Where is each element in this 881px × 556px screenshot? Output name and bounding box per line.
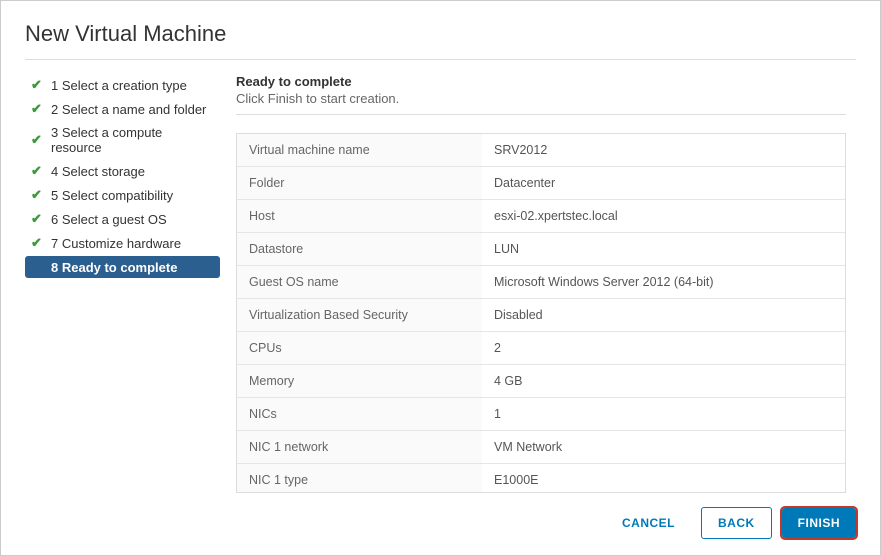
- row-value: Disabled: [482, 299, 845, 332]
- row-label: Virtual machine name: [237, 134, 482, 167]
- row-value: 2: [482, 332, 845, 365]
- finish-button[interactable]: FINISH: [782, 508, 856, 538]
- dialog-body: ✔ 1 Select a creation type ✔ 2 Select a …: [25, 74, 856, 493]
- content-heading: Ready to complete: [236, 74, 846, 89]
- step-label: 2 Select a name and folder: [51, 102, 206, 117]
- row-value: Datacenter: [482, 167, 845, 200]
- row-label: NIC 1 type: [237, 464, 482, 494]
- table-row: NICs1: [237, 398, 845, 431]
- check-icon: ✔: [31, 77, 45, 93]
- table-row: Memory4 GB: [237, 365, 845, 398]
- step-ready-complete[interactable]: ✔ 8 Ready to complete: [25, 256, 220, 278]
- step-name-folder[interactable]: ✔ 2 Select a name and folder: [25, 98, 220, 120]
- content-pane: Ready to complete Click Finish to start …: [236, 74, 856, 493]
- step-label: 1 Select a creation type: [51, 78, 187, 93]
- wizard-steps: ✔ 1 Select a creation type ✔ 2 Select a …: [25, 74, 220, 493]
- summary-table-wrap[interactable]: Virtual machine nameSRV2012 FolderDatace…: [236, 133, 846, 493]
- row-label: NICs: [237, 398, 482, 431]
- row-value: E1000E: [482, 464, 845, 494]
- content-subheading: Click Finish to start creation.: [236, 91, 846, 106]
- row-value: Microsoft Windows Server 2012 (64-bit): [482, 266, 845, 299]
- table-row: CPUs2: [237, 332, 845, 365]
- new-vm-dialog: New Virtual Machine ✔ 1 Select a creatio…: [1, 1, 880, 555]
- step-label: 4 Select storage: [51, 164, 145, 179]
- step-label: 8 Ready to complete: [51, 260, 177, 275]
- row-value: VM Network: [482, 431, 845, 464]
- row-value: SRV2012: [482, 134, 845, 167]
- table-row: FolderDatacenter: [237, 167, 845, 200]
- cancel-button[interactable]: CANCEL: [606, 508, 691, 538]
- dialog-footer: CANCEL BACK FINISH: [25, 493, 856, 539]
- row-label: Virtualization Based Security: [237, 299, 482, 332]
- step-compatibility[interactable]: ✔ 5 Select compatibility: [25, 184, 220, 206]
- dialog-title: New Virtual Machine: [25, 21, 856, 60]
- step-label: 6 Select a guest OS: [51, 212, 167, 227]
- step-label: 3 Select a compute resource: [51, 125, 214, 155]
- row-label: Memory: [237, 365, 482, 398]
- table-row: Guest OS nameMicrosoft Windows Server 20…: [237, 266, 845, 299]
- step-label: 5 Select compatibility: [51, 188, 173, 203]
- back-button[interactable]: BACK: [701, 507, 772, 539]
- step-compute-resource[interactable]: ✔ 3 Select a compute resource: [25, 122, 220, 158]
- check-icon: ✔: [31, 211, 45, 227]
- row-label: CPUs: [237, 332, 482, 365]
- check-icon: ✔: [31, 235, 45, 251]
- row-label: Datastore: [237, 233, 482, 266]
- step-label: 7 Customize hardware: [51, 236, 181, 251]
- row-value: esxi-02.xpertstec.local: [482, 200, 845, 233]
- table-row: NIC 1 networkVM Network: [237, 431, 845, 464]
- table-row: Virtual machine nameSRV2012: [237, 134, 845, 167]
- step-creation-type[interactable]: ✔ 1 Select a creation type: [25, 74, 220, 96]
- check-icon: ✔: [31, 163, 45, 179]
- row-value: LUN: [482, 233, 845, 266]
- row-label: Host: [237, 200, 482, 233]
- summary-table: Virtual machine nameSRV2012 FolderDatace…: [237, 134, 845, 493]
- divider: [236, 114, 846, 115]
- check-icon: ✔: [31, 101, 45, 117]
- step-customize-hardware[interactable]: ✔ 7 Customize hardware: [25, 232, 220, 254]
- step-guest-os[interactable]: ✔ 6 Select a guest OS: [25, 208, 220, 230]
- table-row: Virtualization Based SecurityDisabled: [237, 299, 845, 332]
- check-icon: ✔: [31, 132, 45, 148]
- check-icon: ✔: [31, 187, 45, 203]
- row-label: NIC 1 network: [237, 431, 482, 464]
- table-row: DatastoreLUN: [237, 233, 845, 266]
- row-label: Folder: [237, 167, 482, 200]
- row-value: 1: [482, 398, 845, 431]
- table-row: NIC 1 typeE1000E: [237, 464, 845, 494]
- step-storage[interactable]: ✔ 4 Select storage: [25, 160, 220, 182]
- row-label: Guest OS name: [237, 266, 482, 299]
- row-value: 4 GB: [482, 365, 845, 398]
- table-row: Hostesxi-02.xpertstec.local: [237, 200, 845, 233]
